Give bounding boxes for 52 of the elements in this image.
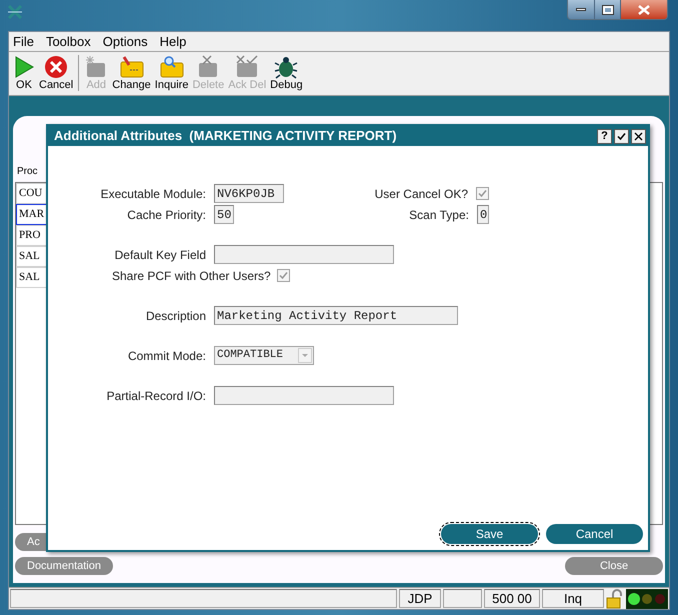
edit-folder-icon: [118, 55, 145, 79]
input-field[interactable]: [214, 245, 394, 264]
checkbox[interactable]: [276, 269, 290, 282]
lock-icon: [606, 589, 624, 609]
toolbar-button[interactable]: Debug: [268, 55, 305, 92]
field-label: Partial-Record I/O:: [106, 388, 207, 404]
minimize-button[interactable]: [568, 0, 595, 19]
field-label: Commit Mode:: [126, 348, 207, 364]
dropdown[interactable]: COMPATIBLE: [214, 346, 314, 365]
input-field[interactable]: Marketing Activity Report: [214, 306, 458, 325]
play-icon: [13, 55, 35, 79]
menu-item[interactable]: Help: [160, 32, 186, 52]
field-label: Executable Module:: [100, 186, 207, 202]
cancel-button[interactable]: Cancel: [546, 524, 643, 544]
toolbar-button[interactable]: Cancel: [37, 55, 76, 92]
maximize-button[interactable]: [595, 0, 621, 19]
bug-icon: [274, 55, 298, 79]
toolbar-button[interactable]: Inquire: [152, 55, 190, 92]
menu-item[interactable]: Toolbox: [46, 32, 91, 52]
status-cell: JDP: [399, 589, 441, 608]
menu-item[interactable]: File: [13, 32, 34, 52]
confirm-button[interactable]: [614, 128, 629, 144]
close-icon: [638, 4, 650, 14]
field-label: Share PCF with Other Users?: [112, 268, 272, 284]
status-cell: [443, 589, 482, 608]
field-label: Cache Priority:: [126, 206, 207, 224]
check-icon: [617, 132, 626, 140]
input-field[interactable]: 50: [214, 205, 234, 224]
column-header: Proc: [17, 165, 39, 179]
field-label: Default Key Field: [114, 246, 207, 264]
toolbar-button[interactable]: Change: [110, 55, 153, 92]
app-logo-icon: [7, 5, 23, 19]
input-field[interactable]: NV6KP0JB: [214, 184, 284, 203]
status-cell: Inq: [542, 589, 604, 608]
acknowledge-delete-icon: [234, 55, 260, 79]
help-button[interactable]: ?: [597, 128, 612, 144]
status-cell: 500 00: [484, 589, 540, 608]
close-icon: [44, 55, 68, 79]
traffic-light-icon: [626, 589, 668, 609]
toolbar-button[interactable]: OK: [11, 55, 37, 92]
save-button[interactable]: Save: [441, 524, 538, 544]
field-label: Description: [144, 308, 207, 324]
field-label: Scan Type:: [409, 206, 470, 224]
close-button[interactable]: [631, 128, 646, 144]
checkbox[interactable]: [476, 187, 489, 200]
field-label: User Cancel OK?: [374, 186, 469, 202]
dialog-title: Additional Attributes (MARKETING ACTIVITY REPORT): [54, 127, 397, 146]
input-field[interactable]: 0: [477, 205, 489, 224]
search-folder-icon: [158, 55, 185, 79]
close-icon: [634, 132, 643, 140]
menu-item[interactable]: Options: [102, 32, 148, 52]
input-field[interactable]: [214, 386, 394, 405]
